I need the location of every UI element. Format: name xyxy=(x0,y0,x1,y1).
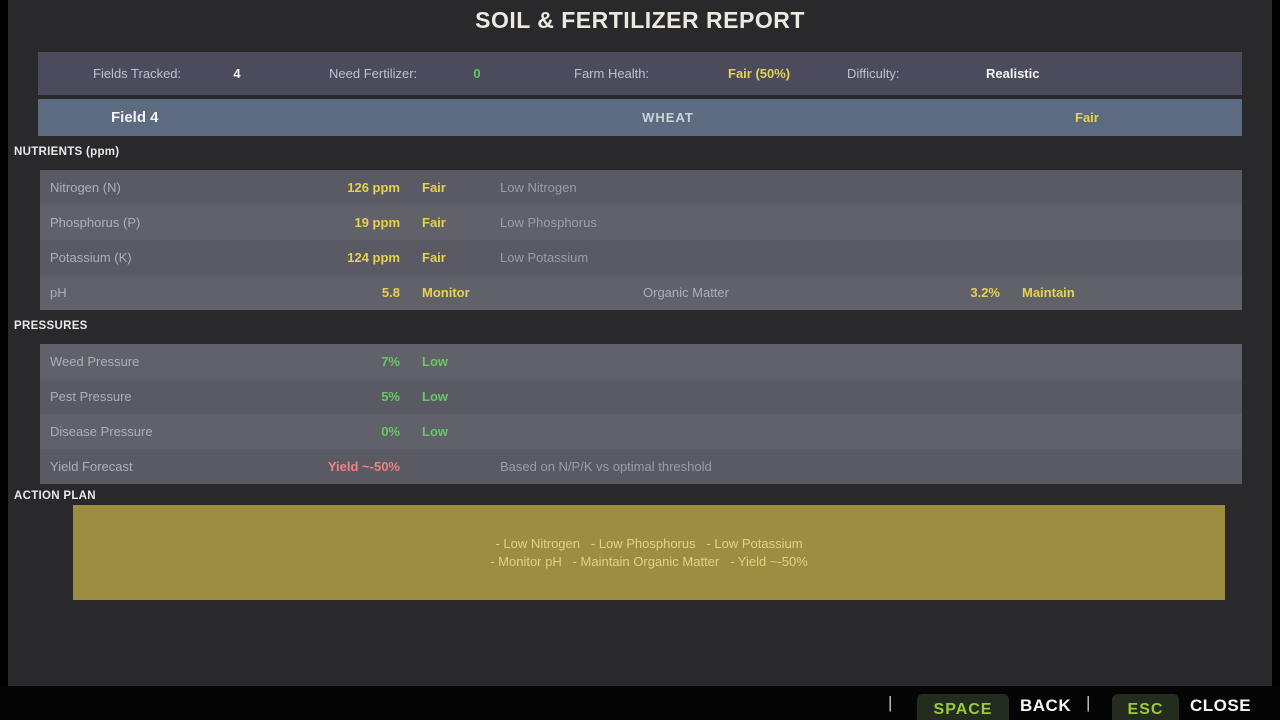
row-value: 7% xyxy=(240,344,400,379)
row-label: pH xyxy=(50,275,67,310)
row-note: Based on N/P/K vs optimal threshold xyxy=(500,449,712,484)
row-status: Monitor xyxy=(422,275,470,310)
row-status: Low xyxy=(422,414,448,449)
row-note: Low Phosphorus xyxy=(500,205,597,240)
row-value: 126 ppm xyxy=(240,170,400,205)
row-status: Fair xyxy=(422,240,446,275)
row-status: Low xyxy=(422,379,448,414)
action-plan-line: - Low Nitrogen - Low Phosphorus - Low Po… xyxy=(495,535,802,553)
row-value: 5% xyxy=(240,379,400,414)
farm-health-value: Fair (50%) xyxy=(728,52,790,95)
esc-key-button[interactable]: ESC xyxy=(1112,694,1179,720)
row-label: Yield Forecast xyxy=(50,449,133,484)
row-status: Fair xyxy=(422,170,446,205)
field-header-row[interactable]: Field 4 WHEAT Fair xyxy=(38,99,1242,136)
row-label: Pest Pressure xyxy=(50,379,132,414)
row-status: Fair xyxy=(422,205,446,240)
organic-matter-label: Organic Matter xyxy=(643,275,729,310)
row-note: Low Potassium xyxy=(500,240,588,275)
page-title: SOIL & FERTILIZER REPORT xyxy=(8,7,1272,34)
esc-key-label: ESC xyxy=(1128,701,1164,719)
row-value: 19 ppm xyxy=(240,205,400,240)
back-action-label[interactable]: BACK xyxy=(1020,694,1071,718)
difficulty-value: Realistic xyxy=(986,52,1039,95)
row-value: 5.8 xyxy=(240,275,400,310)
nutrient-row-phosphorus: Phosphorus (P) 19 ppm Fair Low Phosphoru… xyxy=(40,205,1242,240)
nutrients-table: Nitrogen (N) 126 ppm Fair Low Nitrogen P… xyxy=(40,170,1242,310)
row-status: Low xyxy=(422,344,448,379)
pressure-row-weed: Weed Pressure 7% Low xyxy=(40,344,1242,379)
fields-tracked-label: Fields Tracked: xyxy=(93,52,181,95)
field-status: Fair xyxy=(1075,99,1099,136)
pressures-heading: PRESSURES xyxy=(14,320,88,332)
action-plan-line: - Monitor pH - Maintain Organic Matter -… xyxy=(490,553,808,571)
nutrient-row-ph: pH 5.8 Monitor Organic Matter 3.2% Maint… xyxy=(40,275,1242,310)
action-plan-box: - Low Nitrogen - Low Phosphorus - Low Po… xyxy=(73,505,1225,600)
pressure-row-disease: Disease Pressure 0% Low xyxy=(40,414,1242,449)
space-key-button[interactable]: SPACE xyxy=(917,694,1009,720)
field-crop: WHEAT xyxy=(603,99,733,136)
row-note: Low Nitrogen xyxy=(500,170,577,205)
hint-separator: | xyxy=(888,691,892,715)
report-panel: SOIL & FERTILIZER REPORT Fields Tracked:… xyxy=(8,0,1272,686)
nutrients-heading: NUTRIENTS (ppm) xyxy=(14,146,119,158)
stats-bar: Fields Tracked: 4 Need Fertilizer: 0 Far… xyxy=(38,52,1242,95)
close-action-label[interactable]: CLOSE xyxy=(1190,694,1251,718)
need-fertilizer-label: Need Fertilizer: xyxy=(329,52,417,95)
need-fertilizer-value: 0 xyxy=(447,52,507,95)
row-label: Phosphorus (P) xyxy=(50,205,140,240)
field-name: Field 4 xyxy=(111,99,159,136)
hint-separator: | xyxy=(1086,691,1090,715)
nutrient-row-nitrogen: Nitrogen (N) 126 ppm Fair Low Nitrogen xyxy=(40,170,1242,205)
difficulty-label: Difficulty: xyxy=(847,52,900,95)
row-value: Yield ~-50% xyxy=(240,449,400,484)
footer-hint-bar: | SPACE BACK | ESC CLOSE xyxy=(0,686,1280,720)
row-value: 124 ppm xyxy=(240,240,400,275)
row-label: Potassium (K) xyxy=(50,240,132,275)
pressure-row-pest: Pest Pressure 5% Low xyxy=(40,379,1242,414)
nutrient-row-potassium: Potassium (K) 124 ppm Fair Low Potassium xyxy=(40,240,1242,275)
action-plan-heading: ACTION PLAN xyxy=(14,490,96,502)
yield-forecast-row: Yield Forecast Yield ~-50% Based on N/P/… xyxy=(40,449,1242,484)
row-label: Nitrogen (N) xyxy=(50,170,121,205)
organic-matter-value: 3.2% xyxy=(870,275,1000,310)
space-key-label: SPACE xyxy=(934,701,993,719)
row-label: Disease Pressure xyxy=(50,414,153,449)
row-label: Weed Pressure xyxy=(50,344,139,379)
organic-matter-status: Maintain xyxy=(1022,275,1075,310)
soil-fertilizer-report-screen: SOIL & FERTILIZER REPORT Fields Tracked:… xyxy=(0,0,1280,720)
fields-tracked-value: 4 xyxy=(207,52,267,95)
pressures-table: Weed Pressure 7% Low Pest Pressure 5% Lo… xyxy=(40,344,1242,484)
farm-health-label: Farm Health: xyxy=(574,52,649,95)
row-value: 0% xyxy=(240,414,400,449)
